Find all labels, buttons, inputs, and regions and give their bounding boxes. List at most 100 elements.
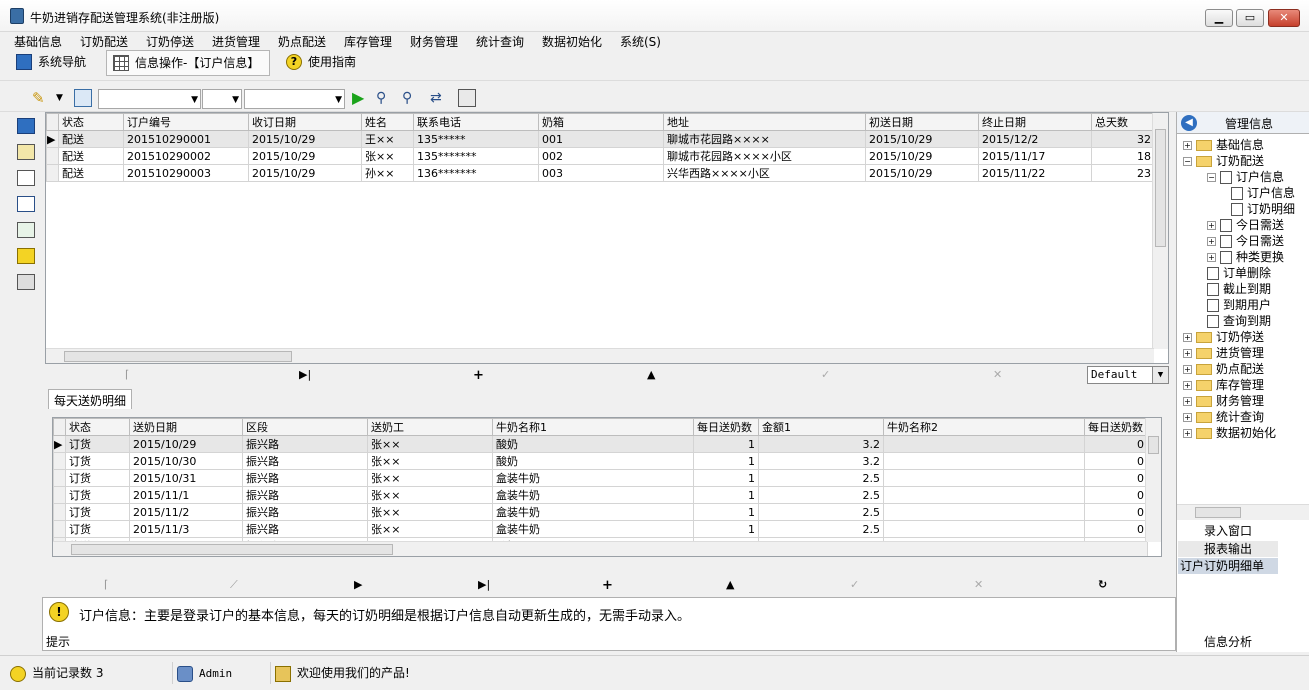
cell[interactable]: 0 — [1084, 520, 1148, 538]
nav-guide[interactable]: ? 使用指南 — [280, 50, 370, 76]
cell[interactable]: 盒装牛奶 — [492, 520, 694, 538]
menu-purchase[interactable]: 进货管理 — [212, 33, 260, 50]
last-record-icon[interactable]: ▶| — [299, 368, 311, 381]
menu-system[interactable]: 系统(S) — [620, 33, 661, 50]
cell[interactable] — [883, 503, 1085, 521]
cell[interactable]: 23 — [1091, 164, 1155, 182]
tree-item[interactable]: 到期用户 — [1207, 296, 1271, 313]
cell[interactable]: 振兴路 — [242, 469, 368, 487]
scroll-thumb[interactable] — [1195, 507, 1241, 518]
cell[interactable]: 0 — [1084, 503, 1148, 521]
cell[interactable]: 张×× — [367, 486, 493, 504]
table-row[interactable]: 配送 201510290002 2015/10/29 张×× 135******… — [46, 147, 1155, 165]
tree-item[interactable]: + 基础信息 — [1183, 136, 1264, 153]
tree-item[interactable]: 订单删除 — [1207, 264, 1271, 281]
cell[interactable]: 001 — [538, 130, 664, 148]
cell[interactable]: 振兴路 — [242, 452, 368, 470]
table-row[interactable]: 配送 201510290003 2015/10/29 孙×× 136******… — [46, 164, 1155, 182]
print-icon[interactable] — [458, 89, 476, 107]
col-phone[interactable]: 联系电话 — [413, 113, 539, 131]
col-status[interactable]: 状态 — [58, 113, 124, 131]
layout-select[interactable]: Default ▼ — [1087, 366, 1169, 384]
tree-item[interactable]: + 奶点配送 — [1183, 360, 1264, 377]
cell[interactable]: 2015/10/29 — [248, 164, 362, 182]
first-record-icon[interactable]: ⌈ — [125, 368, 129, 381]
table-row[interactable]: 订货 2015/11/1 振兴路 张×× 盒装牛奶 1 2.5 0 — [53, 486, 1148, 504]
chart-icon[interactable] — [17, 222, 35, 238]
cell[interactable]: 王×× — [361, 130, 414, 148]
cell[interactable]: 2.5 — [758, 469, 884, 487]
cell[interactable]: 聊城市花园路××××小区 — [663, 147, 866, 165]
back-icon[interactable]: ◀ — [1181, 115, 1197, 131]
customer-hscroll[interactable] — [46, 348, 1154, 363]
cell[interactable]: 1 — [693, 520, 759, 538]
customer-vscroll[interactable] — [1152, 113, 1168, 349]
cell[interactable]: 配送 — [58, 147, 124, 165]
cell[interactable]: 201510290003 — [123, 164, 249, 182]
tree-hscroll[interactable] — [1177, 504, 1309, 520]
expand-icon[interactable]: + — [1183, 365, 1192, 374]
collapse-icon[interactable]: − — [1183, 157, 1192, 166]
col-order-date[interactable]: 收订日期 — [248, 113, 362, 131]
post-icon[interactable]: ✓ — [850, 578, 859, 591]
cell[interactable] — [883, 452, 1085, 470]
cell[interactable]: 订货 — [65, 520, 130, 538]
table-row[interactable]: 订货 2015/11/2 振兴路 张×× 盒装牛奶 1 2.5 0 — [53, 503, 1148, 521]
tree-item[interactable]: − 订奶配送 — [1183, 152, 1264, 169]
cell[interactable]: 订货 — [65, 503, 130, 521]
cell[interactable]: 1 — [693, 503, 759, 521]
col-start-date[interactable]: 初送日期 — [865, 113, 979, 131]
refresh-icon[interactable]: ⇄ — [430, 89, 448, 107]
cell[interactable]: 兴华西路××××小区 — [663, 164, 866, 182]
book-icon[interactable] — [17, 170, 35, 186]
tree-item[interactable]: 订奶明细 — [1231, 200, 1295, 217]
table-row[interactable]: ▶ 订货 2015/10/29 振兴路 张×× 酸奶 1 3.2 0 — [53, 435, 1148, 453]
menu-inventory[interactable]: 库存管理 — [344, 33, 392, 50]
cell[interactable]: 盒装牛奶 — [492, 503, 694, 521]
col-daily-count-2[interactable]: 每日送奶数 — [1084, 418, 1148, 436]
tree-item[interactable]: 订户信息 — [1231, 184, 1295, 201]
field-combo[interactable]: ▼ — [98, 89, 201, 109]
menu-order-stop[interactable]: 订奶停送 — [146, 33, 194, 50]
tree-item[interactable]: 截止到期 — [1207, 280, 1271, 297]
cell[interactable]: 3.2 — [758, 435, 884, 453]
scroll-thumb[interactable] — [64, 351, 292, 362]
cell[interactable] — [883, 435, 1085, 453]
col-district[interactable]: 区段 — [242, 418, 368, 436]
info-analysis-button[interactable]: 信息分析 — [1178, 634, 1278, 650]
cell[interactable]: 136******* — [413, 164, 539, 182]
cell[interactable]: 张×× — [367, 469, 493, 487]
cell[interactable]: 张×× — [367, 503, 493, 521]
table-row[interactable]: 订货 2015/10/31 振兴路 张×× 盒装牛奶 1 2.5 0 — [53, 469, 1148, 487]
cell[interactable]: 张×× — [367, 520, 493, 538]
table-row[interactable]: 订货 2015/10/30 振兴路 张×× 酸奶 1 3.2 0 — [53, 452, 1148, 470]
tree-item[interactable]: + 库存管理 — [1183, 376, 1264, 393]
cell[interactable]: 135******* — [413, 147, 539, 165]
cell[interactable]: 0 — [1084, 469, 1148, 487]
add-record-icon[interactable]: + — [473, 368, 484, 383]
expand-icon[interactable]: + — [1183, 349, 1192, 358]
menu-statistics[interactable]: 统计查询 — [476, 33, 524, 50]
cancel-icon[interactable]: ✕ — [993, 368, 1002, 381]
cell[interactable] — [883, 520, 1085, 538]
cell[interactable]: 2015/10/29 — [129, 435, 243, 453]
col-milk-name-2[interactable]: 牛奶名称2 — [883, 418, 1085, 436]
tree-item[interactable]: + 数据初始化 — [1183, 424, 1276, 441]
cell[interactable]: 酸奶 — [492, 435, 694, 453]
tree-item[interactable]: − 订户信息 — [1207, 168, 1284, 185]
cell[interactable]: 振兴路 — [242, 520, 368, 538]
first-record-icon[interactable]: ⌈ — [104, 578, 108, 591]
menu-data-init[interactable]: 数据初始化 — [542, 33, 602, 50]
col-name[interactable]: 姓名 — [361, 113, 414, 131]
table-row[interactable]: ▶ 配送 201510290001 2015/10/29 王×× 135****… — [46, 130, 1155, 148]
close-button[interactable]: ✕ — [1268, 9, 1300, 27]
col-delivery-date[interactable]: 送奶日期 — [129, 418, 243, 436]
tree-item[interactable]: + 进货管理 — [1183, 344, 1264, 361]
cell[interactable]: 0 — [1084, 435, 1148, 453]
cell[interactable]: 订货 — [65, 486, 130, 504]
find-next-icon[interactable]: ⚲ — [402, 89, 420, 107]
cell[interactable]: 2.5 — [758, 520, 884, 538]
cell[interactable]: 1 — [693, 469, 759, 487]
report-output-button[interactable]: 报表输出 — [1178, 541, 1278, 557]
nav-info-op[interactable]: 信息操作-【订户信息】 — [106, 50, 270, 76]
